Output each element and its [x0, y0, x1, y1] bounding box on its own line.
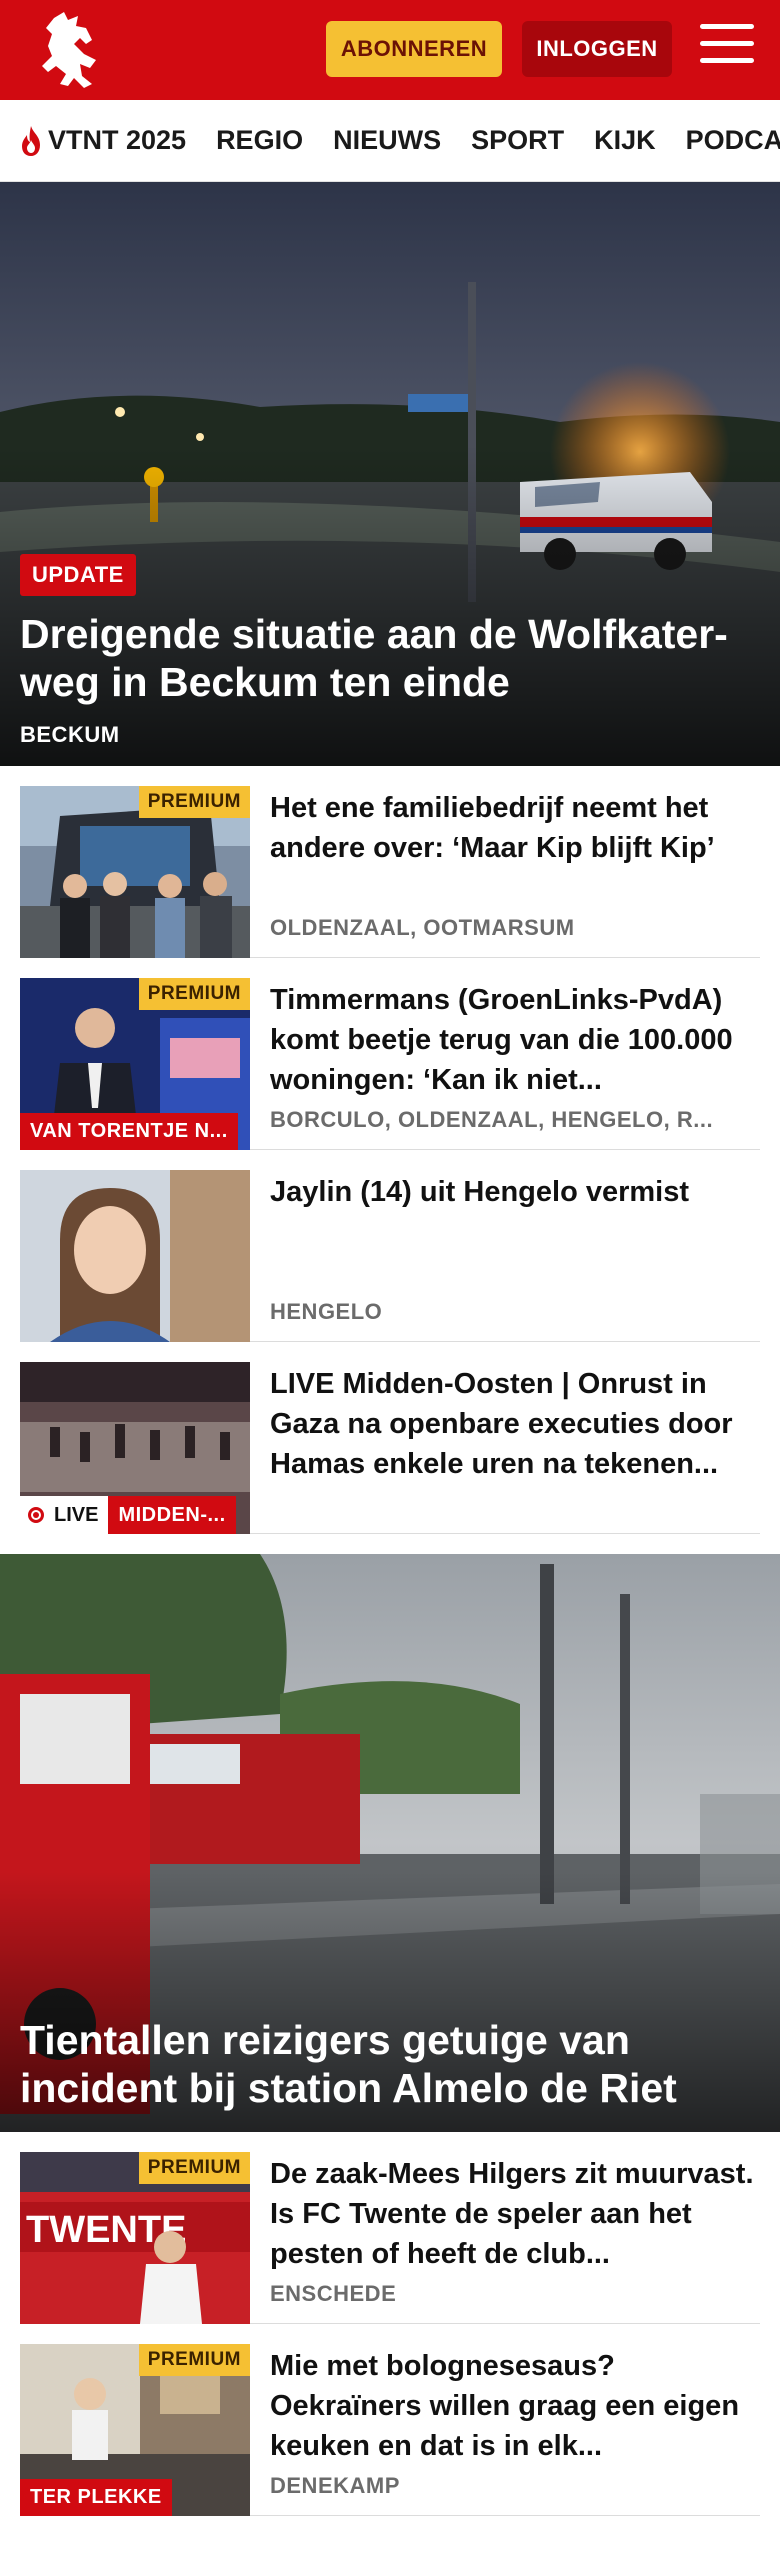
hero-article[interactable]: UPDATE Dreigende situatie aan de Wolfkat…	[0, 182, 780, 766]
list-item[interactable]: PREMIUM VAN TORENTJE N... Timmermans (Gr…	[20, 958, 760, 1150]
nav-item-podcast[interactable]: PODCAST	[686, 125, 780, 156]
main-nav: VTNT 2025 REGIO NIEUWS SPORT KIJK PODCAS…	[0, 100, 780, 182]
live-text: LIVE	[54, 1503, 99, 1526]
article-title[interactable]: Timmermans (GroenLinks-PvdA) komt beetje…	[270, 980, 760, 1100]
list-item[interactable]: LIVE MIDDEN-... LIVE Midden-Oosten | Onr…	[20, 1342, 760, 1534]
hero-overlay: UPDATE Dreigende situatie aan de Wolfkat…	[0, 554, 780, 766]
article-location: HENGELO	[270, 1299, 383, 1324]
article-title[interactable]: Mie met bolognesesaus? Oekraïners willen…	[270, 2346, 760, 2466]
article-thumbnail	[20, 1170, 250, 1342]
premium-badge: PREMIUM	[138, 2344, 250, 2376]
article-thumbnail: TWENTE PREMIUM	[20, 2152, 250, 2324]
nav-item-vtnt[interactable]: VTNT 2025	[18, 125, 186, 157]
list-item[interactable]: PREMIUM Het ene familiebedrijf neemt het…	[20, 766, 760, 958]
premium-badge: PREMIUM	[138, 786, 250, 818]
article-location: ENSCHEDE	[270, 2281, 397, 2306]
article-location: OLDENZAAL, OOTMARSUM	[270, 915, 575, 940]
category-tag: TER PLEKKE	[20, 2479, 172, 2516]
nav-item-kijk[interactable]: KIJK	[594, 125, 656, 156]
flame-icon	[22, 125, 40, 156]
hero-location: BECKUM	[20, 722, 120, 747]
article-location: BORCULO, OLDENZAAL, HENGELO, R...	[270, 1107, 714, 1132]
premium-badge: PREMIUM	[138, 2152, 250, 2184]
list-item[interactable]: TWENTE PREMIUM De zaak-Mees Hilgers zit …	[20, 2132, 760, 2324]
article-location: DENEKAMP	[270, 2473, 400, 2498]
article-list-2: TWENTE PREMIUM De zaak-Mees Hilgers zit …	[0, 2132, 780, 2516]
hero-article-2[interactable]: Tientallen reizigers getuige van inciden…	[0, 1554, 780, 2132]
hero2-title[interactable]: Tientallen reizigers getuige van inciden…	[20, 2016, 760, 2112]
article-title[interactable]: Jaylin (14) uit Hengelo vermist	[270, 1172, 760, 1212]
article-thumbnail: PREMIUM VAN TORENTJE N...	[20, 978, 250, 1150]
hamburger-menu-icon[interactable]	[700, 24, 754, 72]
article-title[interactable]: LIVE Midden-Oosten | Onrust in Gaza na o…	[270, 1364, 760, 1484]
premium-badge: PREMIUM	[138, 978, 250, 1010]
article-thumbnail: PREMIUM	[20, 786, 250, 958]
article-thumbnail: LIVE MIDDEN-...	[20, 1362, 250, 1534]
category-tag: VAN TORENTJE N...	[20, 1113, 238, 1150]
category-tag: MIDDEN-...	[108, 1496, 236, 1534]
nav-item-nieuws[interactable]: NIEUWS	[333, 125, 441, 156]
list-item[interactable]: Jaylin (14) uit Hengelo vermist HENGELO	[20, 1150, 760, 1342]
article-list: PREMIUM Het ene familiebedrijf neemt het…	[0, 766, 780, 1534]
update-badge: UPDATE	[20, 554, 136, 596]
article-title[interactable]: Het ene familiebedrijf neemt het andere …	[270, 788, 760, 868]
nav-item-label: VTNT 2025	[48, 125, 187, 155]
article-thumbnail: PREMIUM TER PLEKKE	[20, 2344, 250, 2516]
live-pill: LIVE	[20, 1496, 109, 1534]
nav-item-regio[interactable]: REGIO	[216, 125, 303, 156]
nav-item-sport[interactable]: SPORT	[471, 125, 564, 156]
site-header: ABONNEREN INLOGGEN	[0, 0, 780, 100]
horse-logo-icon[interactable]	[34, 10, 104, 90]
login-button[interactable]: INLOGGEN	[522, 21, 672, 77]
article-title[interactable]: De zaak-Mees Hilgers zit muurvast. Is FC…	[270, 2154, 760, 2274]
list-item[interactable]: PREMIUM TER PLEKKE Mie met bolognesesaus…	[20, 2324, 760, 2516]
hero-title[interactable]: Dreigende situatie aan de Wolfkater-weg …	[20, 610, 760, 706]
live-label: LIVE MIDDEN-...	[20, 1496, 236, 1534]
subscribe-button[interactable]: ABONNEREN	[326, 21, 502, 77]
live-dot-icon	[28, 1507, 44, 1523]
